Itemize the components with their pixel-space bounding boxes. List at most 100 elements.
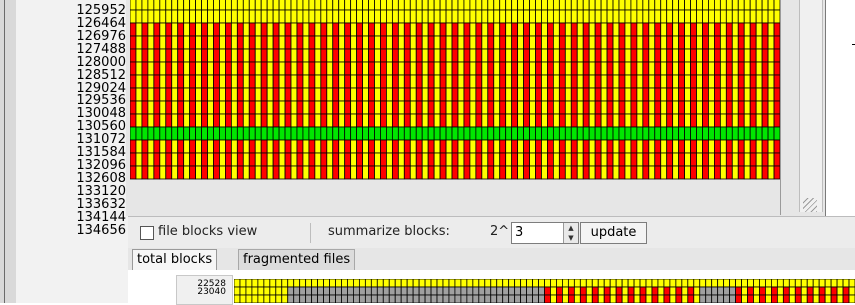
- block-cell: [254, 9, 262, 24]
- block-cell: [201, 126, 208, 141]
- resize-grip-icon[interactable]: [803, 198, 817, 212]
- block-cell: [767, 139, 775, 154]
- block-cell: [731, 165, 739, 180]
- block-cell: [207, 9, 214, 24]
- block-cell: [344, 100, 352, 115]
- block-cell: [567, 286, 575, 296]
- block-cell: [660, 100, 668, 115]
- block-cell: [654, 61, 662, 76]
- scrollbar-track[interactable]: [799, 0, 823, 212]
- block-cell: [556, 279, 563, 288]
- block-cell: [159, 22, 167, 37]
- block-cell: [272, 61, 280, 76]
- block-cell: [130, 35, 137, 50]
- summarize-blocks-value[interactable]: 3: [515, 224, 523, 242]
- block-cell: [511, 22, 519, 37]
- lower-block-map[interactable]: [234, 279, 855, 303]
- upper-block-map[interactable]: [130, 0, 780, 216]
- block-cell: [782, 286, 790, 296]
- block-cell: [800, 279, 808, 288]
- spinbox-arrows[interactable]: ▲ ▼: [563, 223, 578, 243]
- block-cell: [207, 139, 214, 154]
- block-cell: [672, 74, 680, 89]
- file-blocks-view-label[interactable]: file blocks view: [158, 223, 257, 241]
- block-cell: [225, 126, 232, 141]
- block-cell: [254, 74, 262, 89]
- block-cell: [409, 126, 417, 141]
- block-cell: [308, 22, 316, 37]
- row-label: 126976: [76, 28, 126, 44]
- block-cell: [451, 74, 459, 89]
- block-cell: [654, 139, 662, 154]
- block-cell: [648, 0, 656, 11]
- block-cell: [290, 22, 298, 37]
- block-cell: [696, 74, 703, 89]
- block-cell: [263, 286, 271, 296]
- block-cell: [731, 22, 739, 37]
- block-cell: [427, 0, 435, 11]
- block-cell: [767, 9, 775, 24]
- block-cell: [529, 22, 536, 37]
- block-cell: [272, 74, 280, 89]
- block-cell: [159, 139, 167, 154]
- block-cell: [743, 22, 751, 37]
- block-cell: [523, 139, 530, 154]
- block-cell: [517, 100, 524, 115]
- block-cell: [588, 126, 596, 141]
- block-cell: [714, 100, 721, 115]
- block-cell: [189, 126, 196, 141]
- block-cell: [433, 152, 441, 167]
- block-cell: [165, 152, 173, 167]
- block-cell: [761, 61, 769, 76]
- vertical-scrollbar[interactable]: [780, 0, 826, 215]
- block-cell: [505, 9, 513, 24]
- block-cell: [183, 126, 191, 141]
- block-cell: [302, 113, 310, 128]
- block-cell: [705, 279, 713, 288]
- block-cell: [183, 113, 191, 128]
- tab-total-blocks[interactable]: total blocks: [132, 249, 218, 270]
- block-cell: [260, 152, 268, 167]
- block-cell: [684, 0, 691, 11]
- block-cell: [278, 126, 286, 141]
- block-cell: [541, 113, 548, 128]
- block-cell: [511, 100, 519, 115]
- file-blocks-view-checkbox[interactable]: [140, 226, 154, 240]
- spin-up-icon[interactable]: ▲: [564, 223, 578, 233]
- block-cell: [329, 294, 336, 303]
- tab-fragmented-files[interactable]: fragmented files: [238, 249, 356, 270]
- block-cell: [272, 152, 280, 167]
- block-cell: [678, 126, 685, 141]
- update-button[interactable]: update: [580, 222, 647, 244]
- block-cell: [302, 87, 310, 102]
- block-cell: [442, 286, 450, 296]
- block-cell: [260, 100, 268, 115]
- block-cell: [296, 87, 304, 102]
- block-cell: [370, 279, 378, 288]
- block-cell: [585, 286, 593, 296]
- block-cell: [266, 61, 274, 76]
- block-cell: [445, 22, 453, 37]
- block-cell: [457, 61, 465, 76]
- block-cell: [481, 126, 489, 141]
- block-cell: [308, 113, 316, 128]
- block-cell: [517, 48, 524, 63]
- block-cell: [386, 74, 393, 89]
- block-cell: [529, 74, 536, 89]
- block-cell: [338, 0, 346, 11]
- spin-down-icon[interactable]: ▼: [564, 233, 578, 243]
- block-cell: [761, 126, 769, 141]
- block-cell: [714, 74, 721, 89]
- summarize-blocks-spinbox[interactable]: 3 ▲ ▼: [511, 222, 579, 244]
- block-cell: [690, 139, 697, 154]
- block-cell: [535, 61, 542, 76]
- block-cell: [654, 35, 662, 50]
- block-cell: [338, 152, 346, 167]
- block-cell: [493, 0, 501, 11]
- block-cell: [314, 165, 322, 180]
- block-cell: [248, 152, 256, 167]
- block-cell: [344, 61, 352, 76]
- block-cell: [308, 74, 316, 89]
- block-cell: [660, 126, 668, 141]
- block-cell: [660, 113, 668, 128]
